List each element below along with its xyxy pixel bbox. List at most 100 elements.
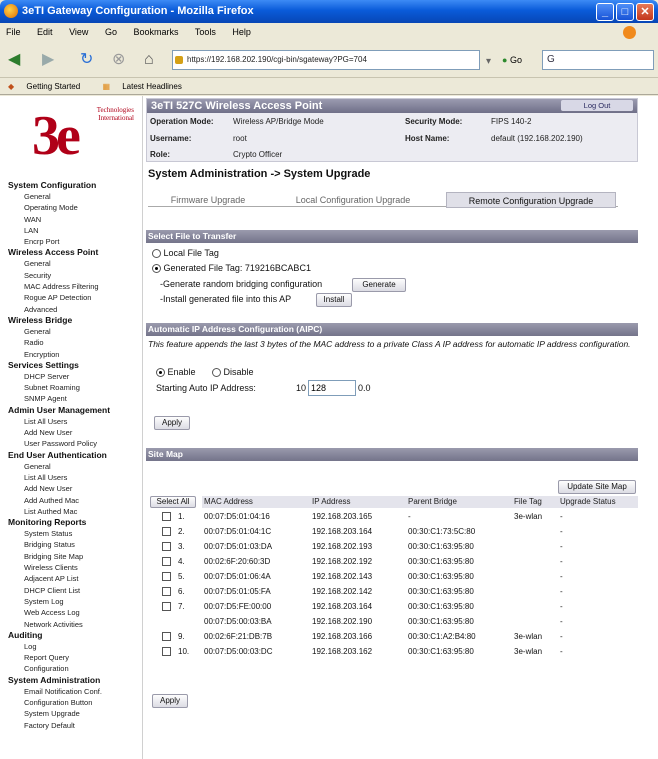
file-tag-cell: 3e-wlan — [514, 512, 543, 521]
ip-address-cell: 192.168.203.162 — [312, 647, 373, 656]
menu-go[interactable]: Go — [105, 27, 117, 37]
sidebar-item[interactable]: Wireless Clients — [8, 562, 140, 573]
sidebar-item[interactable]: Adjacent AP List — [8, 573, 140, 584]
url-dropdown-icon[interactable]: ▾ — [486, 52, 491, 72]
page-content: 3e Technologies International System Con… — [0, 96, 658, 759]
sidebar-item[interactable]: Bridging Site Map — [8, 551, 140, 562]
username-value: root — [233, 134, 247, 143]
sidebar-item[interactable]: General — [8, 326, 140, 337]
forward-icon[interactable]: ▶ — [42, 50, 54, 70]
sidebar-item[interactable]: WAN — [8, 214, 140, 225]
back-icon[interactable]: ◀ — [8, 50, 20, 70]
maximize-button[interactable]: □ — [616, 3, 634, 21]
sidebar-item[interactable]: General — [8, 191, 140, 202]
close-button[interactable]: ✕ — [636, 3, 654, 21]
sidebar-item[interactable]: Network Activities — [8, 619, 140, 630]
sidebar-item[interactable]: List All Users — [8, 416, 140, 427]
home-icon[interactable]: ⌂ — [144, 50, 154, 70]
generate-button[interactable]: Generate — [352, 278, 406, 292]
row-checkbox[interactable] — [162, 572, 171, 581]
reload-icon[interactable]: ↻ — [80, 50, 93, 70]
local-file-tag-option[interactable]: Local File Tag — [152, 248, 219, 259]
sidebar-item[interactable]: Report Query — [8, 652, 140, 663]
sidebar-item[interactable]: Encryption — [8, 349, 140, 360]
row-checkbox[interactable] — [162, 632, 171, 641]
tab-firmware-upgrade[interactable]: Firmware Upgrade — [148, 192, 268, 208]
sidebar-item[interactable]: Add New User — [8, 427, 140, 438]
go-icon: ● — [502, 55, 508, 65]
sidebar-item[interactable]: Web Access Log — [8, 607, 140, 618]
menu-view[interactable]: View — [69, 27, 88, 37]
row-checkbox[interactable] — [162, 647, 171, 656]
sidebar-item[interactable]: Log — [8, 641, 140, 652]
aipc-apply-button[interactable]: Apply — [154, 416, 190, 430]
sidebar-item[interactable]: Security — [8, 270, 140, 281]
sidebar-item[interactable]: MAC Address Filtering — [8, 281, 140, 292]
select-all-button[interactable]: Select All — [150, 496, 196, 508]
sidebar-item[interactable]: Email Notification Conf. — [8, 686, 140, 697]
row-checkbox[interactable] — [162, 557, 171, 566]
sidebar-item[interactable]: List Authed Mac — [8, 506, 140, 517]
local-file-tag-radio[interactable] — [152, 249, 161, 259]
window-title-bar: 3eTI Gateway Configuration - Mozilla Fir… — [0, 0, 658, 23]
sidebar-item[interactable]: System Status — [8, 528, 140, 539]
row-checkbox[interactable] — [162, 602, 171, 611]
sidebar-section-title: Admin User Management — [8, 404, 111, 415]
sidebar-item[interactable]: SNMP Agent — [8, 393, 140, 404]
generated-file-tag-option[interactable]: Generated File Tag: 719216BCABC1 — [152, 263, 311, 274]
sidebar-item[interactable]: Configuration Button — [8, 697, 140, 708]
ip-address-cell: 192.168.202.190 — [312, 617, 373, 626]
stop-icon[interactable]: ⊗ — [112, 50, 125, 70]
minimize-button[interactable]: _ — [596, 3, 614, 21]
ip-octet-input[interactable]: 128 — [308, 380, 356, 396]
menu-tools[interactable]: Tools — [195, 27, 216, 37]
sidebar-item[interactable]: Add Authed Mac — [8, 495, 140, 506]
site-map-apply-button[interactable]: Apply — [152, 694, 188, 708]
sidebar-item[interactable]: System Upgrade — [8, 708, 140, 719]
tab-remote-configuration-upgrade[interactable]: Remote Configuration Upgrade — [446, 192, 616, 208]
menu-bookmarks[interactable]: Bookmarks — [133, 27, 178, 37]
sidebar-item[interactable]: Factory Default — [8, 720, 140, 731]
row-checkbox[interactable] — [162, 587, 171, 596]
sidebar-item[interactable]: Radio — [8, 337, 140, 348]
menu-edit[interactable]: Edit — [37, 27, 53, 37]
sidebar-item[interactable]: Subnet Roaming — [8, 382, 140, 393]
sidebar-item[interactable]: Add New User — [8, 483, 140, 494]
sidebar-item[interactable]: Configuration — [8, 663, 140, 674]
sidebar-item[interactable]: User Password Policy — [8, 438, 140, 449]
search-input[interactable]: G — [542, 50, 654, 70]
menu-file[interactable]: File — [6, 27, 21, 37]
logout-button[interactable]: Log Out — [561, 100, 633, 111]
menu-help[interactable]: Help — [232, 27, 251, 37]
bookmark-getting-started[interactable]: ◆ Getting Started — [8, 82, 90, 91]
sidebar-item[interactable]: List All Users — [8, 472, 140, 483]
aipc-enable-radio[interactable] — [156, 368, 165, 378]
go-button[interactable]: ● Go — [502, 51, 522, 69]
update-site-map-button[interactable]: Update Site Map — [558, 480, 636, 494]
file-tag-cell: 3e-wlan — [514, 647, 543, 656]
row-checkbox[interactable] — [162, 542, 171, 551]
install-button[interactable]: Install — [316, 293, 352, 307]
generated-file-tag-radio[interactable] — [152, 264, 161, 274]
sidebar-item[interactable]: General — [8, 461, 140, 472]
sidebar-item[interactable]: Bridging Status — [8, 539, 140, 550]
row-checkbox[interactable] — [162, 527, 171, 536]
sidebar-item[interactable]: Rogue AP Detection — [8, 292, 140, 303]
sidebar-item[interactable]: DHCP Client List — [8, 585, 140, 596]
sidebar-item[interactable]: Advanced — [8, 304, 140, 315]
aipc-enable-option[interactable]: Enable — [156, 367, 196, 378]
sidebar-item[interactable]: System Log — [8, 596, 140, 607]
url-input[interactable]: https://192.168.202.190/cgi-bin/sgateway… — [172, 50, 480, 70]
tab-local-configuration-upgrade[interactable]: Local Configuration Upgrade — [268, 192, 438, 208]
sidebar-item[interactable]: LAN — [8, 225, 140, 236]
sidebar-item[interactable]: General — [8, 258, 140, 269]
sidebar-item[interactable]: Operating Mode — [8, 202, 140, 213]
row-checkbox[interactable] — [162, 512, 171, 521]
bookmark-latest-headlines[interactable]: ▦ Latest Headlines — [102, 82, 191, 91]
aipc-disable-option[interactable]: Disable — [212, 367, 254, 378]
sidebar-item[interactable]: Encrp Port — [8, 236, 140, 247]
row-number: 6. — [178, 587, 185, 596]
rss-icon: ▦ — [102, 82, 110, 91]
aipc-disable-radio[interactable] — [212, 368, 221, 378]
sidebar-item[interactable]: DHCP Server — [8, 371, 140, 382]
